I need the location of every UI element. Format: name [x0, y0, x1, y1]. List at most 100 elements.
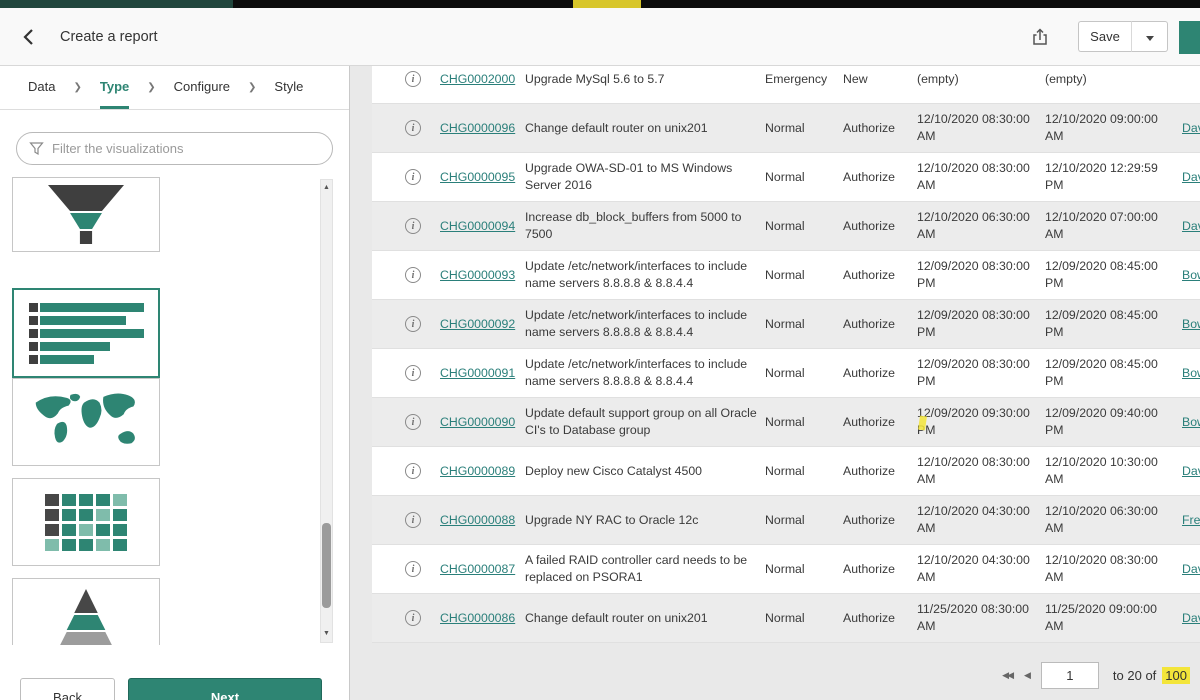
change-number-link[interactable]: CHG0000096	[434, 120, 525, 137]
change-number-link[interactable]: CHG0000092	[434, 316, 525, 333]
info-icon[interactable]: i	[405, 561, 421, 577]
assigned-to-link[interactable]: Dav	[1173, 169, 1200, 186]
filter-input[interactable]	[52, 141, 320, 156]
state-cell: Authorize	[843, 169, 917, 186]
assigned-to-link[interactable]: Bow	[1173, 267, 1200, 284]
info-icon[interactable]: i	[405, 414, 421, 430]
change-number-link[interactable]: CHG0000094	[434, 218, 525, 235]
table-row[interactable]: i CHG0000089 Deploy new Cisco Catalyst 4…	[372, 447, 1200, 496]
change-number-link[interactable]: CHG0000091	[434, 365, 525, 382]
viz-card-pyramid[interactable]	[12, 578, 160, 645]
viz-card-horizontal-bars[interactable]	[12, 288, 160, 378]
planned-end-cell: 12/09/2020 09:40:00 PM	[1045, 405, 1173, 438]
top-strip-green-segment	[0, 0, 233, 8]
short-description-cell: Change default router on unix201	[525, 120, 765, 137]
next-button[interactable]: Next	[128, 678, 322, 700]
wizard-steps: Data ❯ Type ❯ Configure ❯ Style	[0, 66, 349, 110]
viz-card-funnel[interactable]	[12, 177, 160, 252]
state-cell: Authorize	[843, 218, 917, 235]
priority-cell: Normal	[765, 610, 843, 627]
change-number-link[interactable]: CHG0000089	[434, 463, 525, 480]
change-number-link[interactable]: CHG0000087	[434, 561, 525, 578]
assigned-to-link[interactable]: Dav	[1173, 463, 1200, 480]
assigned-to-link[interactable]: Bow	[1173, 316, 1200, 333]
browser-top-strip	[0, 0, 1200, 8]
table-row[interactable]: i CHG0000096 Change default router on un…	[372, 104, 1200, 153]
info-icon[interactable]: i	[405, 169, 421, 185]
assigned-to-link[interactable]: Bow	[1173, 414, 1200, 431]
info-icon[interactable]: i	[405, 218, 421, 234]
short-description-cell: Update default support group on all Orac…	[525, 405, 765, 438]
step-data[interactable]: Data	[28, 66, 55, 109]
short-description-cell: Upgrade NY RAC to Oracle 12c	[525, 512, 765, 529]
info-icon[interactable]: i	[405, 267, 421, 283]
priority-cell: Normal	[765, 120, 843, 137]
info-icon[interactable]: i	[405, 610, 421, 626]
info-icon[interactable]: i	[405, 512, 421, 528]
short-description-cell: Upgrade OWA-SD-01 to MS Windows Server 2…	[525, 160, 765, 193]
info-icon[interactable]: i	[405, 316, 421, 332]
page-input[interactable]	[1041, 662, 1099, 689]
planned-end-cell: 12/10/2020 10:30:00 AM	[1045, 454, 1173, 487]
visualization-scroll	[0, 177, 349, 645]
table-row[interactable]: i CHG0000095 Upgrade OWA-SD-01 to MS Win…	[372, 153, 1200, 202]
table-row[interactable]: i CHG0002000 Upgrade MySql 5.6 to 5.7 Em…	[372, 66, 1200, 104]
table-row[interactable]: i CHG0000086 Change default router on un…	[372, 594, 1200, 643]
heatmap-icon	[45, 494, 127, 551]
change-number-link[interactable]: CHG0000086	[434, 610, 525, 627]
assigned-to-link[interactable]: Fre	[1173, 512, 1200, 529]
scroll-up-icon[interactable]: ▲	[321, 182, 332, 194]
step-type[interactable]: Type	[100, 66, 129, 109]
change-number-link[interactable]: CHG0000088	[434, 512, 525, 529]
scroll-down-icon[interactable]: ▼	[321, 628, 332, 640]
info-icon[interactable]: i	[405, 71, 421, 87]
step-style[interactable]: Style	[274, 66, 303, 109]
table-row[interactable]: i CHG0000094 Increase db_block_buffers f…	[372, 202, 1200, 251]
assigned-to-link[interactable]: Dav	[1173, 561, 1200, 578]
first-page-icon[interactable]: ◀◀	[1002, 670, 1012, 681]
table-row[interactable]: i CHG0000093 Update /etc/network/interfa…	[372, 251, 1200, 300]
pagination-total: 100	[1162, 667, 1190, 684]
change-number-link[interactable]: CHG0002000	[434, 71, 525, 88]
table-row[interactable]: i CHG0000092 Update /etc/network/interfa…	[372, 300, 1200, 349]
pagination-range-label: to 20 of	[1113, 668, 1156, 683]
header-actions: Save	[1030, 21, 1168, 52]
assigned-to-link[interactable]: Dav	[1173, 610, 1200, 627]
planned-start-cell: 12/10/2020 04:30:00 AM	[917, 552, 1045, 585]
table-row[interactable]: i CHG0000091 Update /etc/network/interfa…	[372, 349, 1200, 398]
state-cell: Authorize	[843, 414, 917, 431]
table-row[interactable]: i CHG0000090 Update default support grou…	[372, 398, 1200, 447]
change-number-link[interactable]: CHG0000095	[434, 169, 525, 186]
panel-scrollbar[interactable]: ▲ ▼	[320, 179, 333, 643]
planned-end-cell: 12/10/2020 07:00:00 AM	[1045, 209, 1173, 242]
scrollbar-thumb[interactable]	[322, 523, 331, 608]
save-dropdown-button[interactable]	[1132, 21, 1168, 52]
change-number-link[interactable]: CHG0000093	[434, 267, 525, 284]
planned-end-cell: 12/09/2020 08:45:00 PM	[1045, 258, 1173, 291]
table-row[interactable]: i CHG0000088 Upgrade NY RAC to Oracle 12…	[372, 496, 1200, 545]
table-row[interactable]: i CHG0000087 A failed RAID controller ca…	[372, 545, 1200, 594]
viz-card-world-map[interactable]	[12, 378, 160, 466]
priority-cell: Normal	[765, 169, 843, 186]
info-icon[interactable]: i	[405, 463, 421, 479]
share-button[interactable]	[1030, 27, 1050, 47]
planned-start-cell: (empty)	[917, 71, 1045, 88]
prev-page-icon[interactable]: ◀	[1024, 670, 1029, 681]
back-step-button[interactable]: Back	[20, 678, 115, 700]
viz-card-heatmap[interactable]	[12, 478, 160, 566]
chevron-right-icon: ❯	[147, 66, 155, 109]
short-description-cell: Deploy new Cisco Catalyst 4500	[525, 463, 765, 480]
step-configure[interactable]: Configure	[174, 66, 230, 109]
state-cell: Authorize	[843, 512, 917, 529]
short-description-cell: Update /etc/network/interfaces to includ…	[525, 356, 765, 389]
assigned-to-link[interactable]: Dav	[1173, 120, 1200, 137]
change-number-link[interactable]: CHG0000090	[434, 414, 525, 431]
assigned-to-link[interactable]: Bow	[1173, 365, 1200, 382]
save-button[interactable]: Save	[1078, 21, 1132, 52]
back-button[interactable]	[16, 24, 44, 52]
info-icon[interactable]: i	[405, 120, 421, 136]
filter-visualizations-field[interactable]	[16, 132, 333, 165]
planned-start-cell: 12/09/2020 08:30:00 PM	[917, 356, 1045, 389]
info-icon[interactable]: i	[405, 365, 421, 381]
assigned-to-link[interactable]: Dav	[1173, 218, 1200, 235]
